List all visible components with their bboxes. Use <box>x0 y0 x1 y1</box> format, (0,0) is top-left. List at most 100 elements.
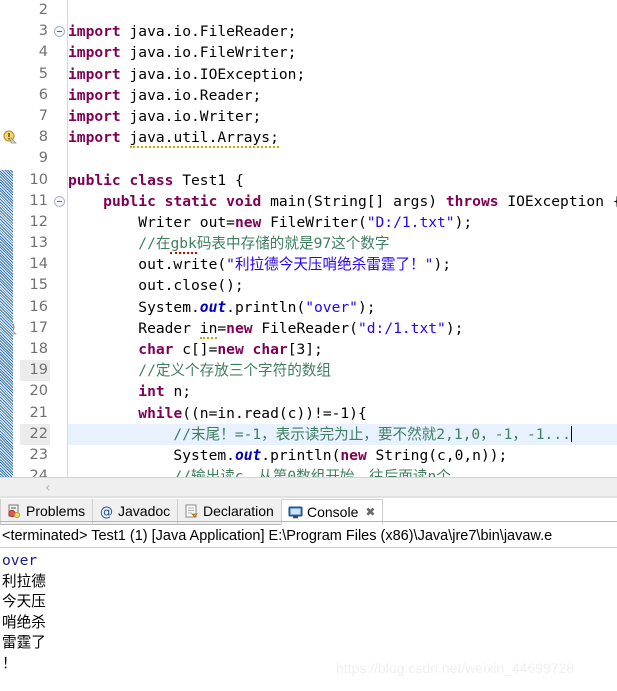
code-line[interactable]: 7 import java.io.Writer; <box>0 106 617 127</box>
line-number: 3 <box>38 23 48 40</box>
code-line[interactable]: 17 Reader in=new FileReader("d:/1.txt"); <box>0 318 617 339</box>
line-marker-column[interactable] <box>0 212 20 233</box>
code-text[interactable]: char c[]=new char[3]; <box>68 339 617 360</box>
line-marker-column[interactable] <box>0 424 20 445</box>
code-line[interactable]: 14 out.write("利拉德今天压哨绝杀雷霆了！"); <box>0 254 617 275</box>
code-line[interactable]: 3 import java.io.FileReader; <box>0 21 617 42</box>
code-token: throws <box>445 192 499 210</box>
scroll-left-chevron-icon[interactable]: ‹ <box>45 480 51 496</box>
code-text[interactable]: import java.io.Writer; <box>68 106 617 127</box>
line-marker-column[interactable] <box>0 254 20 275</box>
line-marker-column[interactable] <box>0 170 20 191</box>
line-number: 18 <box>29 341 48 357</box>
code-line[interactable]: 4 import java.io.FileWriter; <box>0 42 617 63</box>
code-token: java.io.Writer; <box>120 107 262 125</box>
code-line[interactable]: 19 //定义个存放三个字符的数组 <box>0 360 617 382</box>
line-marker-column[interactable] <box>0 127 20 148</box>
code-text[interactable]: public class Test1 { <box>68 170 617 191</box>
line-marker-column[interactable] <box>0 381 20 402</box>
code-token: java.io.Reader; <box>120 86 262 104</box>
code-text[interactable]: while((n=in.read(c))!=-1){ <box>68 403 617 424</box>
code-text[interactable]: public static void main(String[] args) t… <box>68 191 617 212</box>
code-text[interactable] <box>68 148 617 169</box>
line-number: 11 <box>29 192 48 209</box>
code-line[interactable]: 12 Writer out=new FileWriter("D:/1.txt")… <box>0 212 617 233</box>
code-token: System. <box>68 298 200 316</box>
code-fold-toggle-icon[interactable] <box>54 195 65 207</box>
line-number: 20 <box>29 383 48 400</box>
code-text[interactable]: //在gbk码表中存储的就是97这个数字 <box>68 233 617 255</box>
console-line: 哨绝杀 <box>2 613 46 631</box>
code-line[interactable]: 22 //末尾！=-1，表示读完为止，要不然就2,1,0，-1，-1... <box>0 423 617 445</box>
code-line[interactable]: 6 import java.io.Reader; <box>0 85 617 106</box>
console-line: 雷霆了 <box>2 634 46 651</box>
code-token: new <box>340 446 367 464</box>
code-token: public class <box>68 171 174 189</box>
code-line[interactable]: 9 <box>0 148 617 169</box>
code-token: 码表中存储的就是97这个数字 <box>196 235 390 253</box>
line-marker-column[interactable] <box>0 21 20 42</box>
code-line[interactable]: 20 int n; <box>0 381 617 402</box>
line-marker-column[interactable] <box>0 85 20 106</box>
line-marker-column[interactable] <box>0 339 20 360</box>
code-editor[interactable]: 2 3 import java.io.FileReader; 4 import java… <box>0 0 617 477</box>
code-text[interactable]: import java.util.Arrays; <box>68 127 617 149</box>
code-line[interactable]: 15 out.close(); <box>0 275 617 296</box>
code-token: //输出读c，从第0数组开始，往后面读n个 <box>68 468 451 477</box>
line-marker-column[interactable] <box>0 466 20 477</box>
code-text[interactable]: //输出读c，从第0数组开始，往后面读n个 <box>68 466 617 477</box>
code-token: public static void <box>103 192 262 210</box>
code-text[interactable]: import java.io.IOException; <box>68 64 617 85</box>
code-line[interactable]: 18 char c[]=new char[3]; <box>0 339 617 360</box>
line-marker-column[interactable] <box>0 403 20 424</box>
line-marker-column[interactable] <box>0 0 20 21</box>
line-marker-column[interactable] <box>0 275 20 296</box>
code-line[interactable]: 10 public class Test1 { <box>0 170 617 191</box>
code-line[interactable]: 24 //输出读c，从第0数组开始，往后面读n个 <box>0 466 617 477</box>
line-marker-column[interactable] <box>0 297 20 318</box>
code-text[interactable] <box>68 0 617 21</box>
code-text[interactable]: int n; <box>68 381 617 402</box>
warning-icon[interactable] <box>3 321 18 336</box>
code-line[interactable]: 23 System.out.println(new String(c,0,n))… <box>0 445 617 466</box>
code-token: //末尾！=-1，表示读完为止，要不然就2,1,0，-1，-1... <box>68 425 571 443</box>
code-text[interactable]: //定义个存放三个字符的数组 <box>68 360 617 381</box>
code-line[interactable]: 2 <box>0 0 617 21</box>
line-marker-column[interactable] <box>0 445 20 466</box>
code-line-list[interactable]: 2 3 import java.io.FileReader; 4 import java… <box>0 0 617 477</box>
line-marker-column[interactable] <box>0 42 20 63</box>
line-marker-column[interactable] <box>0 64 20 85</box>
code-token: import <box>68 129 121 147</box>
code-token: Writer out= <box>68 213 235 231</box>
panel-top-divider <box>0 496 617 498</box>
code-text[interactable]: //末尾！=-1，表示读完为止，要不然就2,1,0，-1，-1... <box>68 423 617 445</box>
tab-label: Problems <box>26 503 86 519</box>
code-text[interactable]: out.close(); <box>68 275 617 296</box>
code-token: int <box>138 383 165 401</box>
code-text[interactable]: Reader in=new FileReader("d:/1.txt"); <box>68 318 617 339</box>
code-text[interactable]: import java.io.Reader; <box>68 85 617 106</box>
code-text[interactable]: out.write("利拉德今天压哨绝杀雷霆了！"); <box>68 254 617 275</box>
line-marker-column[interactable] <box>0 106 20 127</box>
code-text[interactable]: System.out.println(new String(c,0,n)); <box>68 445 617 466</box>
code-text[interactable]: import java.io.FileReader; <box>68 21 617 42</box>
code-line[interactable]: 13 //在gbk码表中存储的就是97这个数字 <box>0 233 617 255</box>
line-marker-column[interactable] <box>0 148 20 169</box>
editor-horizontal-scrollbar[interactable]: ‹ <box>0 477 617 497</box>
code-line[interactable]: 21 while((n=in.read(c))!=-1){ <box>0 403 617 424</box>
code-fold-toggle-icon[interactable] <box>54 26 65 38</box>
code-line[interactable]: 16 System.out.println("over"); <box>0 297 617 318</box>
code-line[interactable]: 5 import java.io.IOException; <box>0 64 617 85</box>
code-line[interactable]: 8 import java.util.Arrays; <box>0 127 617 149</box>
line-marker-column[interactable] <box>0 318 20 339</box>
code-text[interactable]: import java.io.FileWriter; <box>68 42 617 63</box>
code-text[interactable]: Writer out=new FileWriter("D:/1.txt"); <box>68 212 617 233</box>
code-text[interactable]: System.out.println("over"); <box>68 297 617 318</box>
line-marker-column[interactable] <box>0 191 20 212</box>
line-marker-column[interactable] <box>0 360 20 381</box>
code-token: ((n=in.read(c))!=-1){ <box>182 404 367 422</box>
line-marker-column[interactable] <box>0 233 20 254</box>
warning-icon[interactable] <box>3 130 18 145</box>
code-line[interactable]: 11 public static void main(String[] args… <box>0 191 617 212</box>
